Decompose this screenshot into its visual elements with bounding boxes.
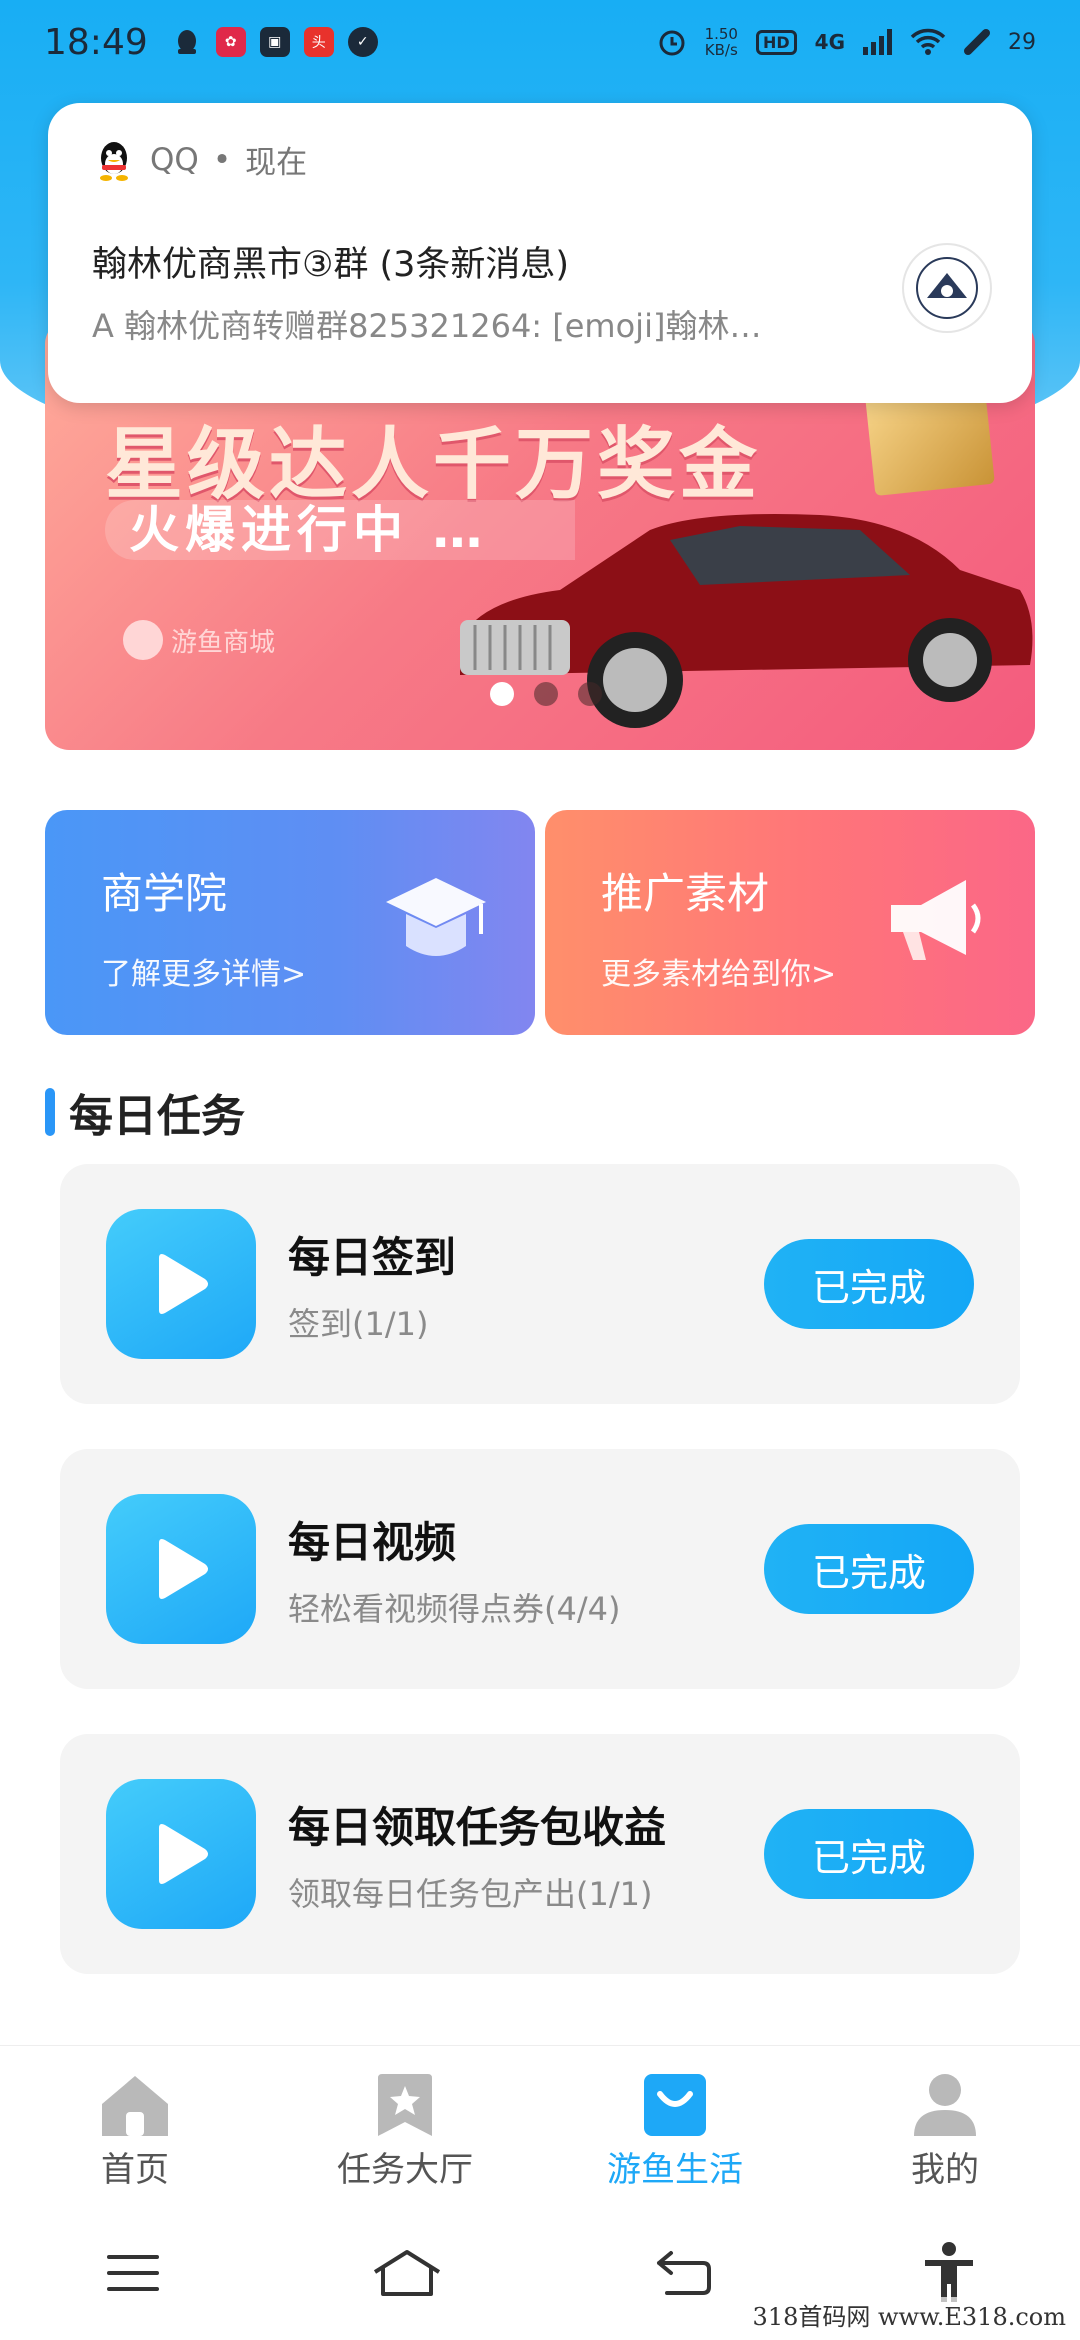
notification-time: 现在 <box>245 145 308 181</box>
task-subtitle: 领取每日任务包产出(1/1) <box>288 1874 653 1913</box>
task-card-video: 每日视频 轻松看视频得点券(4/4) 已完成 <box>60 1449 1020 1689</box>
signal-icon <box>863 29 892 55</box>
home-button-icon[interactable] <box>371 2248 443 2298</box>
nav-item-fish-life[interactable]: 游鱼生活 <box>540 2046 810 2205</box>
qq-status-icon <box>172 27 202 57</box>
notification-body: A 翰林优商转赠群825321264: [emoji]翰林… <box>92 307 762 345</box>
verified-icon: ✓ <box>347 27 378 57</box>
section-accent-bar <box>45 1088 55 1136</box>
nav-label: 首页 <box>101 2150 169 2190</box>
network-speed: 1.50 KB/s <box>705 26 738 58</box>
play-icon <box>106 1779 256 1929</box>
nav-item-home[interactable]: 首页 <box>0 2046 270 2205</box>
battery-level: 29 <box>1008 29 1036 55</box>
task-title: 每日视频 <box>288 1517 457 1567</box>
nav-item-mine[interactable]: 我的 <box>810 2046 1080 2205</box>
task-text: 每日视频 轻松看视频得点券(4/4) <box>288 1509 764 1630</box>
news-app-icon: 头 <box>303 27 334 57</box>
task-subtitle: 轻松看视频得点券(4/4) <box>288 1589 621 1628</box>
play-icon <box>106 1209 256 1359</box>
daily-tasks-header: 每日任务 <box>45 1080 245 1144</box>
network-type: 4G <box>814 30 845 54</box>
notification-header: QQ • 现在 <box>92 137 988 182</box>
promo-material-card[interactable]: 推广素材 更多素材给到你> <box>545 810 1035 1035</box>
accessibility-icon[interactable] <box>923 2241 975 2304</box>
section-title: 每日任务 <box>69 1091 245 1142</box>
qq-notification[interactable]: QQ • 现在 翰林优商黑市③群 (3条新消息) A 翰林优商转赠群825321… <box>48 103 1032 403</box>
task-card-checkin: 每日签到 签到(1/1) 已完成 <box>60 1164 1020 1404</box>
task-status-button[interactable]: 已完成 <box>764 1524 974 1614</box>
graduation-cap-icon <box>386 878 486 956</box>
shopping-bag-icon <box>644 2074 706 2136</box>
task-text: 每日领取任务包收益 领取每日任务包产出(1/1) <box>288 1794 764 1915</box>
nav-label: 游鱼生活 <box>607 2150 743 2190</box>
nav-label: 任务大厅 <box>337 2150 473 2190</box>
notification-separator: • <box>212 141 232 178</box>
home-icon <box>102 2076 168 2136</box>
hd-badge: HD <box>755 29 797 55</box>
task-status-button[interactable]: 已完成 <box>764 1239 974 1329</box>
watermark: 318首码网 www.E318.com <box>746 2297 1072 2332</box>
notification-app-name: QQ <box>150 141 199 178</box>
banner-logo: 游鱼商城 <box>123 620 275 660</box>
pagination-dot[interactable] <box>490 682 514 706</box>
status-bar: 18:49 ✿ ▣ 头 ✓ 1.50 KB/s HD 4G 29 <box>0 0 1080 84</box>
menu-icon[interactable] <box>105 2251 161 2295</box>
task-title: 每日领取任务包收益 <box>288 1802 667 1852</box>
task-card-package: 每日领取任务包收益 领取每日任务包产出(1/1) 已完成 <box>60 1734 1020 1974</box>
tv-app-icon: ▣ <box>259 27 290 57</box>
task-subtitle: 签到(1/1) <box>288 1304 429 1343</box>
megaphone-icon <box>891 880 981 960</box>
task-status-button[interactable]: 已完成 <box>764 1809 974 1899</box>
shopping-app-icon: ✿ <box>215 27 246 57</box>
banner-pagination[interactable] <box>490 682 602 706</box>
user-icon <box>914 2074 976 2136</box>
pagination-dot[interactable] <box>578 682 602 706</box>
business-school-card[interactable]: 商学院 了解更多详情> <box>45 810 535 1035</box>
qq-penguin-icon <box>100 141 128 181</box>
speed-unit: KB/s <box>704 41 738 59</box>
group-avatar <box>902 243 992 333</box>
nav-item-task-hall[interactable]: 任务大厅 <box>270 2046 540 2205</box>
status-time: 18:49 <box>44 21 148 63</box>
pagination-dot[interactable] <box>534 682 558 706</box>
task-title: 每日签到 <box>288 1232 457 1282</box>
bottom-navigation: 首页 任务大厅 游鱼生活 我的 <box>0 2045 1080 2205</box>
battery-icon <box>964 29 990 55</box>
notification-title: 翰林优商黑市③群 (3条新消息) <box>92 245 570 285</box>
wifi-icon <box>910 28 946 55</box>
star-bookmark-icon <box>378 2074 432 2136</box>
banner-logo-text: 游鱼商城 <box>171 627 276 658</box>
nav-label: 我的 <box>911 2150 979 2190</box>
task-text: 每日签到 签到(1/1) <box>288 1224 764 1345</box>
car-image <box>460 514 1033 728</box>
alarm-icon <box>659 30 685 56</box>
back-icon[interactable] <box>653 2249 713 2297</box>
play-icon <box>106 1494 256 1644</box>
fish-logo-icon <box>123 620 163 660</box>
speed-value: 1.50 <box>704 25 738 43</box>
